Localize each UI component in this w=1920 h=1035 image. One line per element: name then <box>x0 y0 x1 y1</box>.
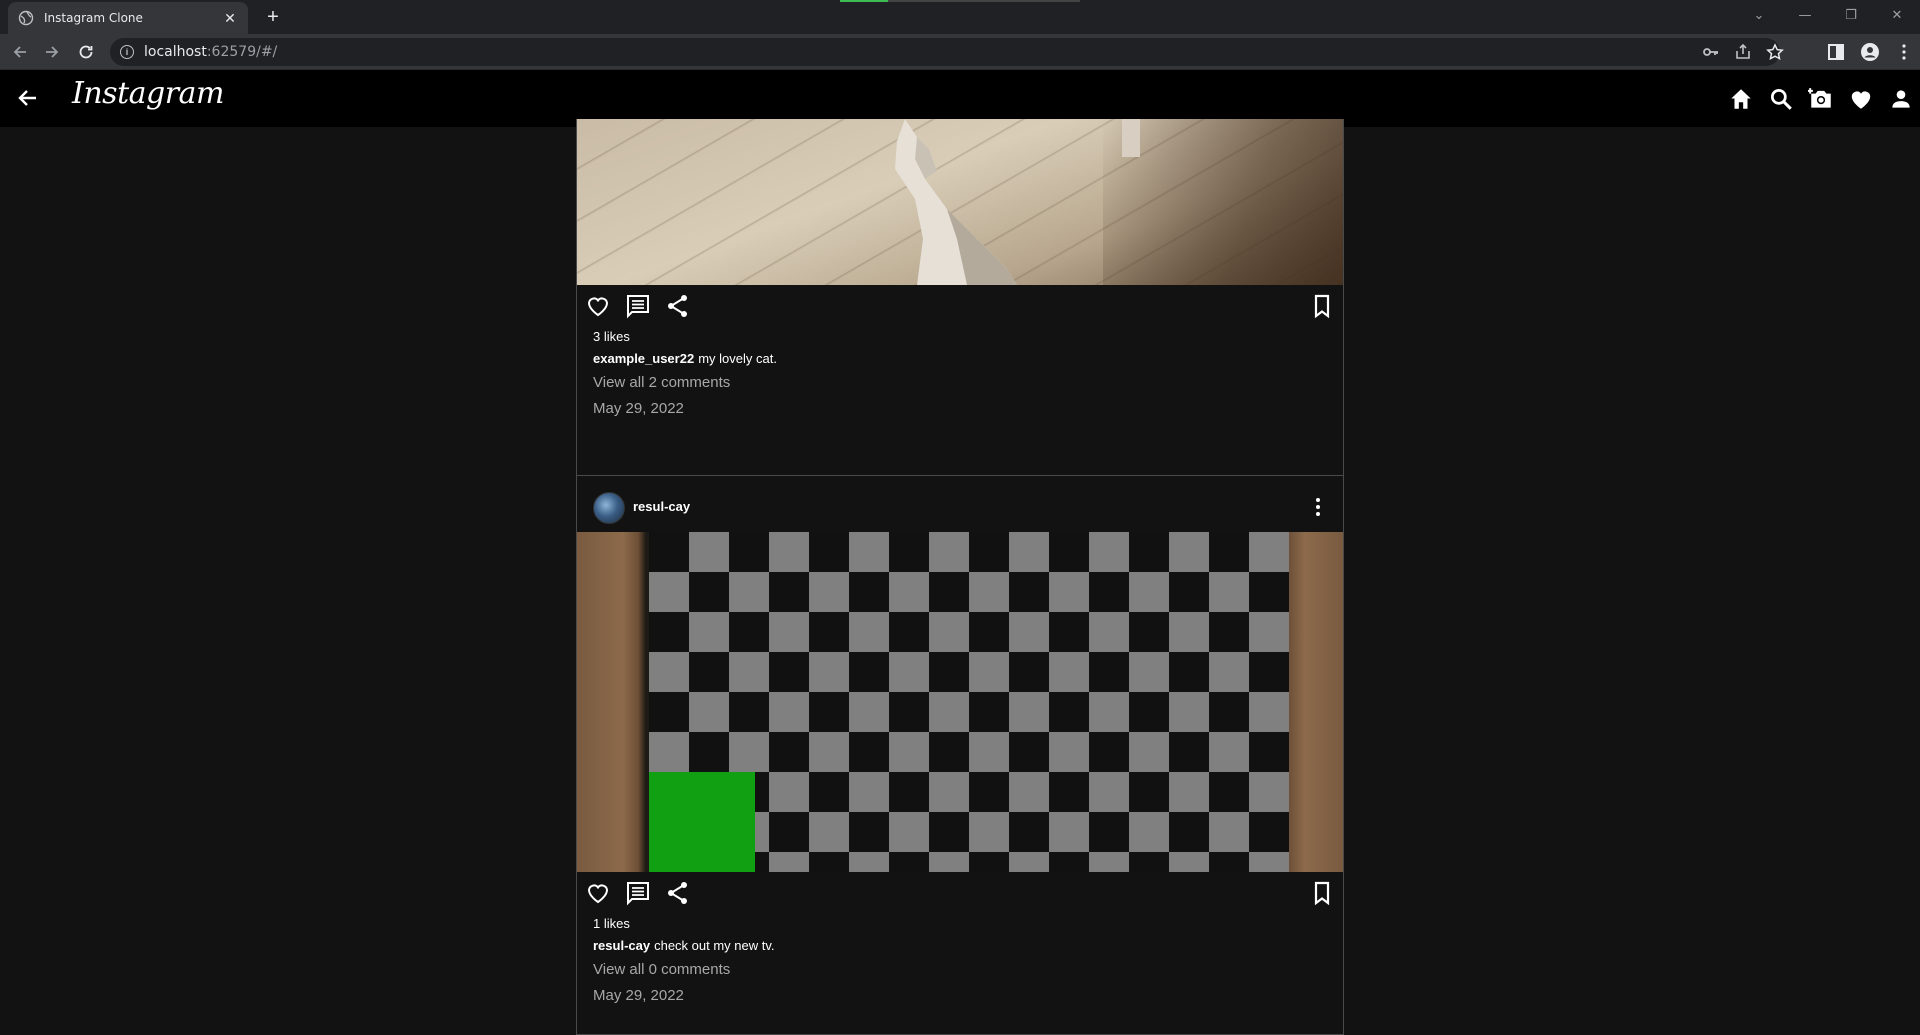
add-photo-icon[interactable] <box>1808 86 1834 112</box>
site-info-icon[interactable]: i <box>120 45 134 59</box>
caption-text: my lovely cat. <box>698 351 777 366</box>
post-card: resul-cay 1 likes resul-cay check out my … <box>576 475 1344 1035</box>
home-icon[interactable] <box>1728 86 1754 112</box>
tab-search-button[interactable]: ⌄ <box>1736 0 1782 30</box>
heart-outline-icon[interactable] <box>585 293 611 319</box>
globe-icon <box>18 10 34 26</box>
window-controls: ⌄ — ❐ ✕ <box>1736 0 1920 30</box>
comment-icon[interactable] <box>625 293 651 319</box>
minimize-button[interactable]: — <box>1782 0 1828 30</box>
share-page-icon[interactable] <box>1734 43 1752 61</box>
post-username[interactable]: resul-cay <box>633 499 690 514</box>
post-actions <box>577 872 1343 914</box>
post-header: resul-cay <box>577 476 1343 532</box>
reload-icon[interactable] <box>76 42 96 62</box>
post-actions <box>577 285 1343 327</box>
comment-icon[interactable] <box>625 880 651 906</box>
bookmark-star-icon[interactable] <box>1766 43 1784 61</box>
view-comments-link[interactable]: View all 0 comments <box>593 958 1343 982</box>
post-caption: example_user22 my lovely cat. <box>593 347 1343 371</box>
url-host: localhost <box>144 44 207 60</box>
person-icon[interactable] <box>1888 86 1914 112</box>
menu-dots-icon[interactable] <box>1894 42 1914 62</box>
caption-username[interactable]: example_user22 <box>593 351 694 366</box>
likes-count[interactable]: 1 likes <box>593 914 1343 934</box>
loading-indicator <box>840 0 1080 2</box>
browser-tab[interactable]: Instagram Clone ✕ <box>8 2 248 34</box>
cat-figure <box>895 119 1017 285</box>
caption-text: check out my new tv. <box>654 938 775 953</box>
key-icon[interactable] <box>1702 43 1720 61</box>
omnibox-actions <box>1702 43 1784 61</box>
heart-icon[interactable] <box>1848 86 1874 112</box>
arrow-left-icon[interactable] <box>16 86 40 110</box>
bookmark-icon[interactable] <box>1309 293 1335 319</box>
post-date: May 29, 2022 <box>593 987 684 1004</box>
share-icon[interactable] <box>665 293 691 319</box>
browser-tabbar: Instagram Clone ✕ + ⌄ — ❐ ✕ <box>0 0 1920 34</box>
post-meta: 3 likes example_user22 my lovely cat. Vie… <box>577 327 1343 423</box>
close-window-button[interactable]: ✕ <box>1874 0 1920 30</box>
tab-close-icon[interactable]: ✕ <box>222 10 238 27</box>
new-tab-button[interactable]: + <box>262 6 284 28</box>
instagram-logo[interactable]: Instagram <box>72 76 224 111</box>
browser-toolbar: i localhost:62579/#/ <box>0 34 1920 70</box>
share-icon[interactable] <box>665 880 691 906</box>
url-path: :62579/#/ <box>206 44 278 60</box>
back-arrow-icon[interactable] <box>10 42 30 62</box>
post-image[interactable] <box>577 532 1343 872</box>
post-caption: resul-cay check out my new tv. <box>593 934 1343 958</box>
post-date: May 29, 2022 <box>593 400 684 417</box>
restore-button[interactable]: ❐ <box>1828 0 1874 30</box>
bookmark-icon[interactable] <box>1309 880 1335 906</box>
profile-icon[interactable] <box>1860 42 1880 62</box>
likes-count[interactable]: 3 likes <box>593 327 1343 347</box>
side-panel-icon[interactable] <box>1826 42 1846 62</box>
search-icon[interactable] <box>1768 86 1794 112</box>
address-bar[interactable]: i localhost:62579/#/ <box>110 38 1780 66</box>
caption-username[interactable]: resul-cay <box>593 938 650 953</box>
post-meta: 1 likes resul-cay check out my new tv. Vi… <box>577 914 1343 1010</box>
view-comments-link[interactable]: View all 2 comments <box>593 371 1343 395</box>
forward-arrow-icon[interactable] <box>42 42 62 62</box>
more-vertical-icon[interactable] <box>1307 496 1329 518</box>
header-nav <box>1728 86 1914 112</box>
browser-menu-area <box>1826 42 1914 62</box>
heart-outline-icon[interactable] <box>585 880 611 906</box>
post-image[interactable] <box>577 119 1343 285</box>
green-square <box>649 772 755 872</box>
tab-title: Instagram Clone <box>44 11 143 25</box>
avatar[interactable] <box>593 492 625 524</box>
